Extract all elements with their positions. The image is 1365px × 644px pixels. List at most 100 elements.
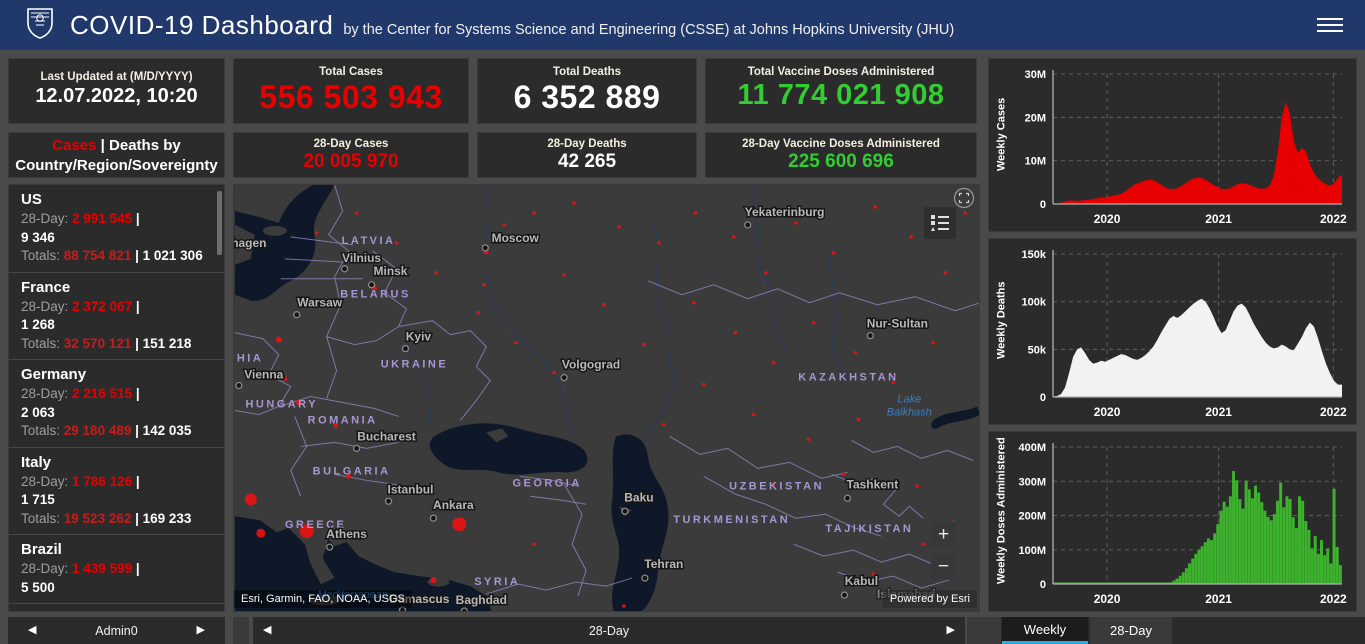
country-list-scrollbar[interactable] xyxy=(217,191,222,255)
case-dot[interactable] xyxy=(572,201,576,205)
case-dot[interactable] xyxy=(693,211,698,215)
case-dot[interactable] xyxy=(771,360,776,365)
case-dot[interactable] xyxy=(552,370,556,375)
case-dot[interactable] xyxy=(909,235,914,239)
city-dot xyxy=(326,543,334,551)
case-dot[interactable] xyxy=(763,270,768,275)
country-label: LATVIA xyxy=(342,235,396,247)
weekly-cases-plot[interactable]: 0 10M 20M 30M 2020 2021 2022 xyxy=(989,59,1356,231)
case-dot[interactable] xyxy=(841,472,846,477)
case-dot[interactable] xyxy=(275,336,282,343)
city-label: Bucharest xyxy=(357,429,416,443)
case-dot[interactable] xyxy=(244,493,257,506)
case-dot[interactable] xyxy=(657,241,661,245)
city-label: Istanbul xyxy=(388,482,434,496)
city-dot xyxy=(293,311,301,319)
world-map[interactable]: LATVIA BELARUS UKRAINE CHIA HUNGARY ROMANIA BU… xyxy=(233,184,980,612)
weekly-deaths-plot[interactable]: 0 50k 100k 150k 2020 2021 2022 xyxy=(989,239,1356,424)
case-dot[interactable] xyxy=(476,310,481,315)
case-dot[interactable] xyxy=(502,223,507,227)
case-dot[interactable] xyxy=(943,270,948,275)
total-deaths-title: Total Deaths xyxy=(552,66,622,78)
country-list-item[interactable]: US 28-Day: 2 991 545 | 9 346 Totals: 88 754… xyxy=(9,185,224,273)
case-dot[interactable] xyxy=(856,417,861,422)
case-dot[interactable] xyxy=(963,211,967,215)
case-dot[interactable] xyxy=(811,320,816,325)
map-pager-next-icon[interactable]: ▶ xyxy=(947,623,955,636)
city-dot xyxy=(560,373,568,382)
svg-text:20M: 20M xyxy=(1025,112,1046,124)
map-canvas[interactable]: LATVIA BELARUS UKRAINE CHIA HUNGARY ROMANIA BU… xyxy=(234,185,980,612)
city-dot xyxy=(367,281,376,289)
weekly-cases-chart: Weekly Cases 0 10M 20M 30M 2020 2021 2022 xyxy=(988,58,1357,232)
powered-by-esri: Powered by Esri xyxy=(882,590,977,608)
svg-text:2020: 2020 xyxy=(1094,405,1121,419)
menu-icon[interactable] xyxy=(1317,14,1343,36)
case-dot[interactable] xyxy=(602,302,606,307)
tab-weekly[interactable]: Weekly xyxy=(1002,617,1088,644)
case-dot[interactable] xyxy=(873,205,878,209)
case-dot[interactable] xyxy=(532,211,536,215)
case-dot[interactable] xyxy=(733,330,738,335)
total-deaths-card: Total Deaths 6 352 889 xyxy=(477,58,697,124)
svg-text:50k: 50k xyxy=(1028,344,1047,356)
case-dot[interactable] xyxy=(482,282,487,287)
case-dot[interactable] xyxy=(701,382,706,387)
city-dot xyxy=(621,507,629,515)
weekly-cases-axis-title: Weekly Cases xyxy=(995,97,1008,171)
country-list-item[interactable]: Italy 28-Day: 1 786 126 | 1 715 Totals: 19 … xyxy=(9,448,224,535)
weekly-doses-administered-plot[interactable]: 0 100M 200M 300M 400M 2020 2021 2022 xyxy=(989,432,1356,611)
case-dot[interactable] xyxy=(256,528,266,538)
map-pager-prev-icon[interactable]: ◀ xyxy=(263,623,271,636)
svg-text:100k: 100k xyxy=(1022,297,1047,309)
city-label: Vienna xyxy=(244,368,283,382)
case-dot[interactable] xyxy=(514,340,519,345)
admin-pager-next-icon[interactable]: ▶ xyxy=(197,623,205,636)
case-dot[interactable] xyxy=(642,342,646,347)
case-dot[interactable] xyxy=(662,422,666,427)
city-dot xyxy=(352,444,361,453)
zoom-out-button[interactable]: − xyxy=(931,554,956,579)
country-totals-line: Totals: 32 570 121 | 151 218 xyxy=(21,335,192,351)
case-dot[interactable] xyxy=(434,270,439,275)
country-label: BELARUS xyxy=(340,289,410,301)
case-dot[interactable] xyxy=(617,225,621,229)
admin-pager-label: Admin0 xyxy=(95,623,138,638)
city-label: Volgograd xyxy=(562,358,620,372)
case-dot[interactable] xyxy=(622,604,626,608)
city-dot xyxy=(744,221,752,229)
case-dot[interactable] xyxy=(921,542,926,546)
country-list-item[interactable]: France 28-Day: 2 372 067 | 1 268 Totals: 32… xyxy=(9,273,224,360)
case-dot[interactable] xyxy=(532,542,536,546)
tab-28day[interactable]: 28-Day xyxy=(1090,617,1172,644)
case-dot[interactable] xyxy=(915,484,920,489)
case-dot[interactable] xyxy=(430,577,437,584)
country-list-item[interactable]: Brazil 28-Day: 1 439 599 | 5 500 xyxy=(9,535,224,604)
country-list-item[interactable]: Germany 28-Day: 2 216 515 | 2 063 Totals: 2… xyxy=(9,360,224,448)
case-dot[interactable] xyxy=(314,231,319,235)
city-label: Athens xyxy=(326,527,367,541)
legend-icon[interactable] xyxy=(924,207,956,239)
city-dot xyxy=(866,332,875,340)
zoom-in-button[interactable]: + xyxy=(931,522,956,547)
case-dot[interactable] xyxy=(751,412,756,417)
svg-text:300M: 300M xyxy=(1018,476,1046,488)
country-list[interactable]: US 28-Day: 2 991 545 | 9 346 Totals: 88 754… xyxy=(8,184,225,612)
svg-text:30M: 30M xyxy=(1025,69,1046,81)
case-dot[interactable] xyxy=(853,350,858,355)
city-label: Kyiv xyxy=(406,330,432,344)
case-dot[interactable] xyxy=(452,517,467,532)
case-dot[interactable] xyxy=(931,340,936,345)
country-label: BULGARIA xyxy=(313,465,391,477)
case-dot[interactable] xyxy=(692,300,696,305)
day28-cases-value: 20 005 970 xyxy=(303,151,399,172)
case-dot[interactable] xyxy=(793,221,798,225)
admin-pager-prev-icon[interactable]: ◀ xyxy=(28,623,36,636)
case-dot[interactable] xyxy=(806,437,811,442)
weekly-doses-chart: Weekly Doses Administered 0 100M 200M 300M 4… xyxy=(988,431,1357,612)
chart-tabstrip: Weekly 28-Day xyxy=(967,617,1365,644)
case-dot[interactable] xyxy=(354,211,359,215)
case-dot[interactable] xyxy=(562,272,566,277)
case-dot[interactable] xyxy=(731,235,736,239)
case-dot[interactable] xyxy=(831,251,836,255)
